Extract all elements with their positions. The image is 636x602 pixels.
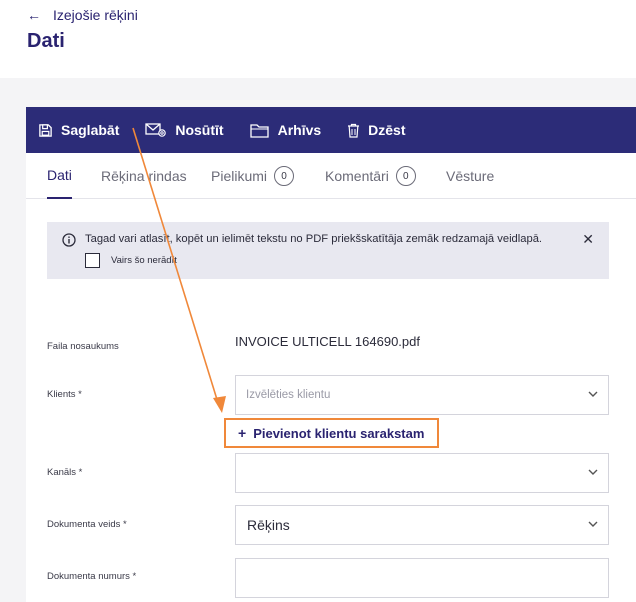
tab-rekina-rindas[interactable]: Rēķina rindas xyxy=(101,153,187,199)
delete-button-label: Dzēst xyxy=(368,122,406,138)
dont-show-again-checkbox[interactable] xyxy=(85,253,100,268)
close-icon[interactable]: ✕ xyxy=(582,231,594,248)
arrow-left-icon: ← xyxy=(27,7,41,23)
channel-label: Kanāls * xyxy=(47,467,83,478)
plus-icon: + xyxy=(238,425,247,441)
client-select-placeholder: Izvēlēties klientu xyxy=(246,389,331,401)
info-icon xyxy=(62,233,76,247)
comments-count-badge: 0 xyxy=(395,166,416,186)
add-client-label: Pievienot klientu sarakstam xyxy=(253,425,425,441)
delete-button[interactable]: Dzēst xyxy=(347,122,406,138)
folder-icon xyxy=(249,123,269,138)
chevron-down-icon xyxy=(588,391,598,397)
tab-label: Rēķina rindas xyxy=(101,168,187,184)
doc-type-select[interactable]: Rēķins xyxy=(235,505,609,545)
send-button[interactable]: Nosūtīt xyxy=(145,122,224,138)
tab-label: Dati xyxy=(47,167,72,183)
page-header: ← Izejošie rēķini Dati xyxy=(0,0,636,78)
doc-number-label: Dokumenta numurs * xyxy=(47,571,137,582)
archive-button-label: Arhīvs xyxy=(277,122,322,138)
channel-select[interactable] xyxy=(235,453,609,493)
tab-bar: Dati Rēķina rindas Pielikumi 0 Komentāri… xyxy=(26,153,636,199)
notice-message: Tagad vari atlasīt, kopēt un ielimēt tek… xyxy=(85,233,543,245)
dont-show-again-row: Vairs šo nerādīt xyxy=(85,253,177,268)
archive-button[interactable]: Arhīvs xyxy=(249,122,322,138)
tab-label: Komentāri xyxy=(325,168,389,184)
doc-number-input[interactable] xyxy=(235,558,609,598)
chevron-down-icon xyxy=(588,521,598,527)
toolbar: Saglabāt Nosūtīt Arhīvs Dzēst xyxy=(26,107,636,153)
email-send-icon xyxy=(145,122,167,137)
tab-komentari[interactable]: Komentāri 0 xyxy=(325,153,416,199)
back-link-label: Izejošie rēķini xyxy=(53,7,138,23)
client-label: Klients * xyxy=(47,389,82,400)
back-link[interactable]: ← Izejošie rēķini xyxy=(27,7,138,23)
floppy-disk-icon xyxy=(39,123,52,137)
client-select[interactable]: Izvēlēties klientu xyxy=(235,375,609,415)
chevron-down-icon xyxy=(588,469,598,475)
save-button-label: Saglabāt xyxy=(61,122,120,138)
tab-pielikumi[interactable]: Pielikumi 0 xyxy=(211,153,295,199)
file-name-value: INVOICE ULTICELL 164690.pdf xyxy=(235,334,420,349)
document-card: Saglabāt Nosūtīt Arhīvs Dzēst Dati Rēķin… xyxy=(26,107,636,602)
trash-icon xyxy=(348,123,360,138)
tab-dati[interactable]: Dati xyxy=(47,153,72,199)
dont-show-again-label: Vairs šo nerādīt xyxy=(111,255,177,266)
tab-label: Vēsture xyxy=(446,168,495,184)
attachments-count-badge: 0 xyxy=(274,166,295,186)
doc-type-label: Dokumenta veids * xyxy=(47,519,127,530)
info-notice: Tagad vari atlasīt, kopēt un ielimēt tek… xyxy=(47,222,609,279)
tab-vesture[interactable]: Vēsture xyxy=(446,153,494,199)
page-title: Dati xyxy=(27,30,65,52)
save-button[interactable]: Saglabāt xyxy=(38,122,119,138)
tab-label: Pielikumi xyxy=(211,168,268,184)
send-button-label: Nosūtīt xyxy=(175,122,224,138)
doc-type-value: Rēķins xyxy=(247,517,290,533)
file-name-label: Faila nosaukums xyxy=(47,341,119,352)
add-client-button[interactable]: + Pievienot klientu sarakstam xyxy=(224,418,439,448)
